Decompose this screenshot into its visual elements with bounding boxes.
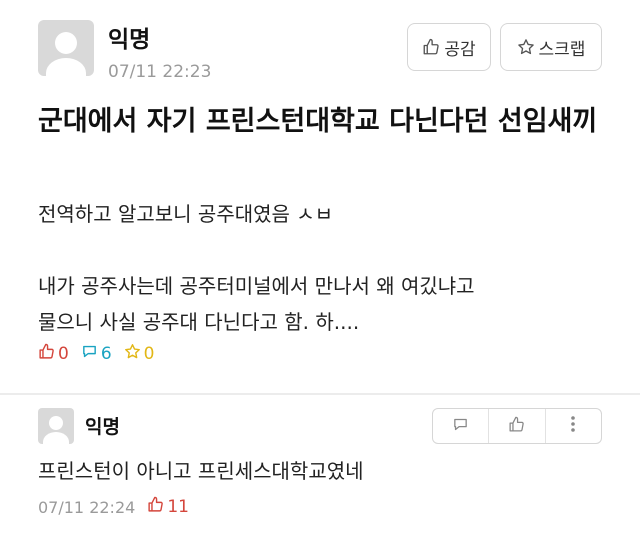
more-vertical-icon	[570, 415, 576, 437]
post-time: 07/11 22:23	[108, 62, 212, 82]
scrap-count: 0	[124, 343, 155, 365]
comment-author: 익명	[85, 416, 120, 438]
post-body-line: 전역하고 알고보니 공주대였음 ㅅㅂ	[38, 202, 334, 226]
like-button-label: 공감	[444, 39, 476, 60]
speech-bubble-icon	[452, 416, 469, 437]
scrap-button[interactable]: 스크랩	[500, 23, 602, 71]
comment-like-count: 11	[147, 496, 189, 518]
thumbs-up-icon	[422, 38, 440, 56]
comment-text: 프린스턴이 아니고 프린세스대학교였네	[38, 459, 364, 483]
like-button[interactable]: 공감	[407, 23, 491, 71]
post-body-line: 물으니 사실 공주대 다닌다고 함. 하....	[38, 310, 360, 334]
star-icon	[124, 343, 141, 365]
comment-like-button[interactable]	[488, 409, 544, 443]
comment-like-count-value: 11	[167, 497, 189, 517]
post-author: 익명	[108, 27, 151, 53]
speech-bubble-icon	[81, 343, 98, 365]
comment-count-value: 6	[100, 344, 112, 364]
comment-meta: 07/11 22:24 11	[38, 496, 189, 518]
like-count-value: 0	[58, 344, 69, 364]
post-stats: 0 6 0	[38, 343, 154, 365]
reply-button[interactable]	[433, 409, 488, 443]
thumbs-up-icon	[508, 416, 525, 437]
scrap-button-label: 스크랩	[538, 39, 586, 60]
thumbs-up-icon	[147, 496, 164, 518]
author-avatar	[38, 20, 94, 76]
comment-actions	[432, 408, 602, 444]
like-count: 0	[38, 343, 69, 365]
thumbs-up-icon	[38, 343, 55, 365]
comment-time: 07/11 22:24	[38, 497, 136, 517]
divider	[0, 393, 640, 395]
post-body: 전역하고 알고보니 공주대였음 ㅅㅂ 내가 공주사는데 공주터미널에서 만나서 …	[38, 196, 608, 340]
comment-count: 6	[81, 343, 112, 365]
post-title: 군대에서 자기 프린스턴대학교 다닌다던 선임새끼	[38, 106, 598, 137]
scrap-count-value: 0	[143, 344, 155, 364]
post-body-line: 내가 공주사는데 공주터미널에서 만나서 왜 여깄냐고	[38, 274, 475, 298]
more-button[interactable]	[544, 409, 601, 443]
star-icon	[517, 38, 535, 56]
comment-author-avatar	[38, 408, 74, 444]
